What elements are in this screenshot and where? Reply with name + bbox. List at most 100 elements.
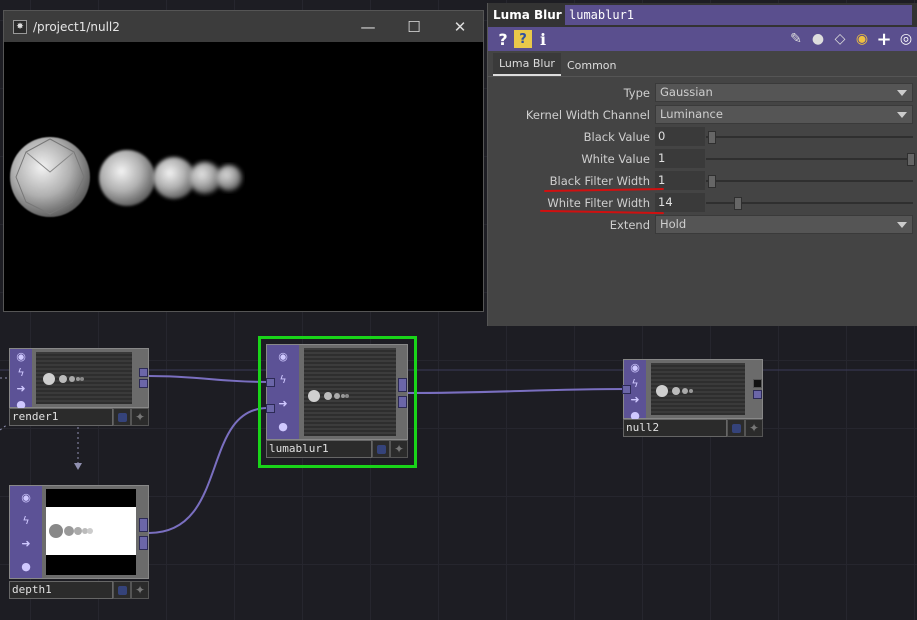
node-namebar: render1 ✦ [9, 408, 149, 426]
plus-icon: ✦ [748, 421, 760, 435]
white-value-field[interactable]: 1 [655, 149, 705, 168]
lock-flag-icon[interactable]: ● [275, 419, 291, 435]
parameter-panel[interactable]: Luma Blur lumablur1 ? ? i ✎ ● ◇ ◉ + ◎ Lu… [487, 3, 917, 326]
black-value-field[interactable]: 0 [655, 127, 705, 146]
output-connector[interactable] [398, 378, 407, 392]
comment-icon[interactable]: ● [807, 28, 829, 50]
wire-depth1-lumablur1 [148, 407, 269, 534]
param-row-black-filter-width: Black Filter Width 1 [488, 170, 917, 192]
dropdown-arrow-icon [897, 222, 907, 228]
viewer-titlebar[interactable]: ✸ /project1/null2 — ☐ ✕ [4, 11, 483, 42]
node-thumbnail [36, 352, 132, 404]
param-header: Luma Blur lumablur1 [488, 3, 917, 27]
white-filter-width-slider-handle[interactable] [733, 197, 742, 210]
bypass-flag-icon[interactable]: ➜ [627, 392, 643, 408]
param-row-black-value: Black Value 0 [488, 126, 917, 148]
node-name[interactable]: lumablur1 [266, 440, 372, 458]
close-button[interactable]: ✕ [437, 11, 483, 42]
render-flag[interactable]: ✦ [131, 408, 149, 426]
dashed-link-arrowhead [74, 463, 82, 470]
input-connector[interactable] [266, 404, 275, 413]
td-logo-icon: ✸ [13, 19, 27, 34]
display-flag[interactable] [372, 440, 390, 458]
tab-common[interactable]: Common [561, 55, 623, 76]
wire-lumablur1-null2 [406, 388, 631, 394]
dashed-link-left-lower [0, 423, 9, 431]
display-flag[interactable] [113, 408, 131, 426]
viewer-window[interactable]: ✸ /project1/null2 — ☐ ✕ [3, 10, 484, 312]
menu-value: Luminance [660, 107, 723, 121]
display-flag[interactable] [113, 581, 131, 599]
extend-menu[interactable]: Hold [655, 215, 913, 234]
node-name[interactable]: depth1 [9, 581, 113, 599]
thumbnail-image [46, 507, 136, 555]
node-name[interactable]: render1 [9, 408, 113, 426]
info-icon[interactable]: i [532, 28, 554, 50]
viewer-flag-icon[interactable]: ◉ [627, 360, 643, 376]
bypass-flag-icon[interactable]: ➜ [18, 536, 34, 552]
output-connector[interactable] [139, 536, 148, 550]
bypass-flag-icon[interactable]: ➜ [13, 381, 29, 397]
help-icon[interactable]: ? [492, 28, 514, 50]
cook-flag-icon[interactable]: ϟ [13, 365, 29, 381]
node-name[interactable]: null2 [623, 419, 727, 437]
black-value-slider-track[interactable] [706, 136, 913, 138]
viewer-canvas[interactable] [4, 42, 483, 311]
black-filter-width-slider-track[interactable] [706, 180, 913, 182]
add-icon[interactable]: + [873, 28, 895, 50]
render-flag[interactable]: ✦ [131, 581, 149, 599]
display-flag-icon [731, 423, 741, 433]
maximize-button[interactable]: ☐ [391, 11, 437, 42]
menu-value: Hold [660, 217, 687, 231]
viewer-flag-icon[interactable]: ◉ [275, 349, 291, 365]
render-flag[interactable]: ✦ [390, 440, 408, 458]
black-filter-width-slider-handle[interactable] [708, 175, 716, 188]
black-value-slider-handle[interactable] [708, 131, 716, 144]
sphere-2 [99, 150, 155, 206]
node-sidebar: ◉ ϟ ➜ ● [10, 349, 32, 411]
node-thumbnail [651, 363, 745, 415]
display-flag-icon [376, 444, 386, 454]
param-label: Type [623, 86, 650, 100]
sphere-5 [216, 165, 242, 191]
white-value-slider-handle[interactable] [907, 153, 915, 166]
operator-name-field[interactable]: lumablur1 [565, 5, 912, 25]
output-connector[interactable] [139, 379, 148, 388]
kernel-width-channel-menu[interactable]: Luminance [655, 105, 913, 124]
input-connector[interactable] [266, 378, 275, 387]
cook-flag-icon[interactable]: ϟ [275, 372, 291, 388]
target-icon[interactable]: ◎ [895, 28, 917, 50]
output-connector[interactable] [139, 368, 148, 377]
render-flag[interactable]: ✦ [745, 419, 763, 437]
type-menu[interactable]: Gaussian [655, 83, 913, 102]
thumbnail-image [308, 390, 349, 402]
output-connector[interactable] [753, 379, 762, 388]
output-connector[interactable] [139, 518, 148, 532]
edit-icon[interactable]: ✎ [785, 28, 807, 50]
input-connector[interactable] [622, 385, 631, 394]
output-connector[interactable] [398, 396, 407, 408]
lock-flag-icon[interactable]: ● [18, 559, 34, 575]
viewer-flag-icon[interactable]: ◉ [13, 349, 29, 365]
display-flag-icon [117, 585, 127, 595]
param-row-extend: Extend Hold [488, 214, 917, 236]
tab-luma-blur[interactable]: Luma Blur [493, 53, 561, 76]
node-sidebar: ◉ ϟ ➜ ● [10, 486, 42, 578]
python-help-icon[interactable]: ? [514, 30, 532, 48]
display-flag[interactable] [727, 419, 745, 437]
bypass-flag-icon[interactable]: ➜ [275, 396, 291, 412]
param-label: White Value [581, 152, 650, 166]
white-value-slider-track[interactable] [706, 158, 913, 160]
python-icon[interactable]: ◉ [851, 28, 873, 50]
minimize-button[interactable]: — [345, 11, 391, 42]
tag-icon[interactable]: ◇ [829, 28, 851, 50]
white-filter-width-field[interactable]: 14 [655, 193, 705, 212]
cook-flag-icon[interactable]: ϟ [18, 513, 34, 529]
param-label: White Filter Width [547, 196, 650, 210]
output-connector[interactable] [753, 390, 762, 399]
viewer-flag-icon[interactable]: ◉ [18, 490, 34, 506]
display-flag-icon [117, 412, 127, 422]
node-sidebar: ◉ ϟ ➜ ● [267, 345, 299, 439]
param-row-type: Type Gaussian [488, 82, 917, 104]
wire-render1-lumablur1 [148, 375, 269, 383]
